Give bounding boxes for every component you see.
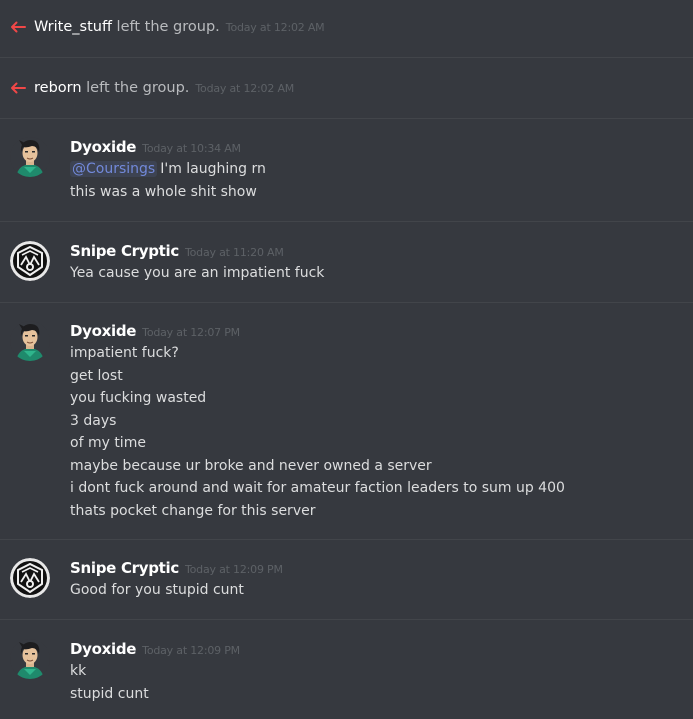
message-author[interactable]: Snipe Cryptic — [70, 242, 179, 260]
message-line: kk — [70, 663, 87, 679]
avatar[interactable] — [10, 321, 50, 361]
message-divider — [0, 539, 693, 540]
message-line: get lost — [70, 367, 123, 384]
timestamp: Today at 11:20 AM — [184, 246, 284, 259]
leave-arrow-icon — [11, 21, 26, 33]
avatar[interactable] — [10, 558, 50, 598]
message-line: thats pocket change for this server — [70, 502, 316, 519]
message-divider — [0, 221, 693, 222]
message-line: i dont fuck around and wait for amateur … — [70, 480, 565, 496]
avatar[interactable] — [10, 241, 50, 281]
timestamp: Today at 12:09 PM — [142, 644, 240, 657]
message-divider — [0, 118, 693, 119]
leave-arrow-icon — [11, 82, 26, 94]
user-mention[interactable]: @Coursings — [70, 161, 158, 177]
message-author[interactable]: Dyoxide — [70, 322, 136, 340]
avatar[interactable] — [10, 639, 50, 679]
avatar[interactable] — [10, 137, 50, 177]
system-message: Write_stuff left the group. Today at 12:0… — [0, 17, 693, 39]
message-line: maybe because ur broke and never owned a… — [70, 457, 432, 474]
dyoxide-avatar-icon — [10, 321, 50, 361]
message-divider — [0, 619, 693, 620]
dyoxide-avatar-icon — [10, 137, 50, 177]
message-line: @Coursings I'm laughing rn — [70, 158, 266, 181]
message-author[interactable]: Dyoxide — [70, 138, 136, 156]
system-message: reborn left the group. Today at 12:02 AM — [0, 78, 693, 100]
system-username[interactable]: Write_stuff — [34, 19, 112, 35]
timestamp: Today at 12:09 PM — [184, 563, 283, 576]
message-line: stupid cunt — [70, 685, 149, 702]
snipe-cryptic-avatar-icon — [10, 558, 50, 598]
system-action-text: left the group. — [81, 80, 190, 96]
timestamp: Today at 10:34 AM — [142, 142, 241, 155]
message-text: I'm laughing rn — [160, 161, 266, 177]
system-action-text: left the group. — [111, 19, 220, 35]
message-line: 3 days — [70, 412, 117, 429]
timestamp: Today at 12:07 PM — [142, 326, 240, 339]
chat-messages: Write_stuff left the group. Today at 12:0… — [0, 0, 693, 719]
message-line: Yea cause you are an impatient fuck — [70, 265, 325, 281]
message-line: this was a whole shit show — [70, 183, 257, 200]
message-divider — [0, 302, 693, 303]
timestamp: Today at 12:02 AM — [195, 82, 295, 95]
message-line: impatient fuck? — [70, 345, 179, 361]
snipe-cryptic-avatar-icon — [10, 241, 50, 281]
timestamp: Today at 12:02 AM — [225, 21, 325, 34]
dyoxide-avatar-icon — [10, 639, 50, 679]
message-line: you fucking wasted — [70, 390, 207, 406]
message-author[interactable]: Dyoxide — [70, 640, 136, 658]
message-author[interactable]: Snipe Cryptic — [70, 559, 179, 577]
message-divider — [0, 57, 693, 58]
message-line: Good for you stupid cunt — [70, 582, 244, 598]
message-line: of my time — [70, 435, 146, 451]
system-username[interactable]: reborn — [34, 80, 82, 96]
